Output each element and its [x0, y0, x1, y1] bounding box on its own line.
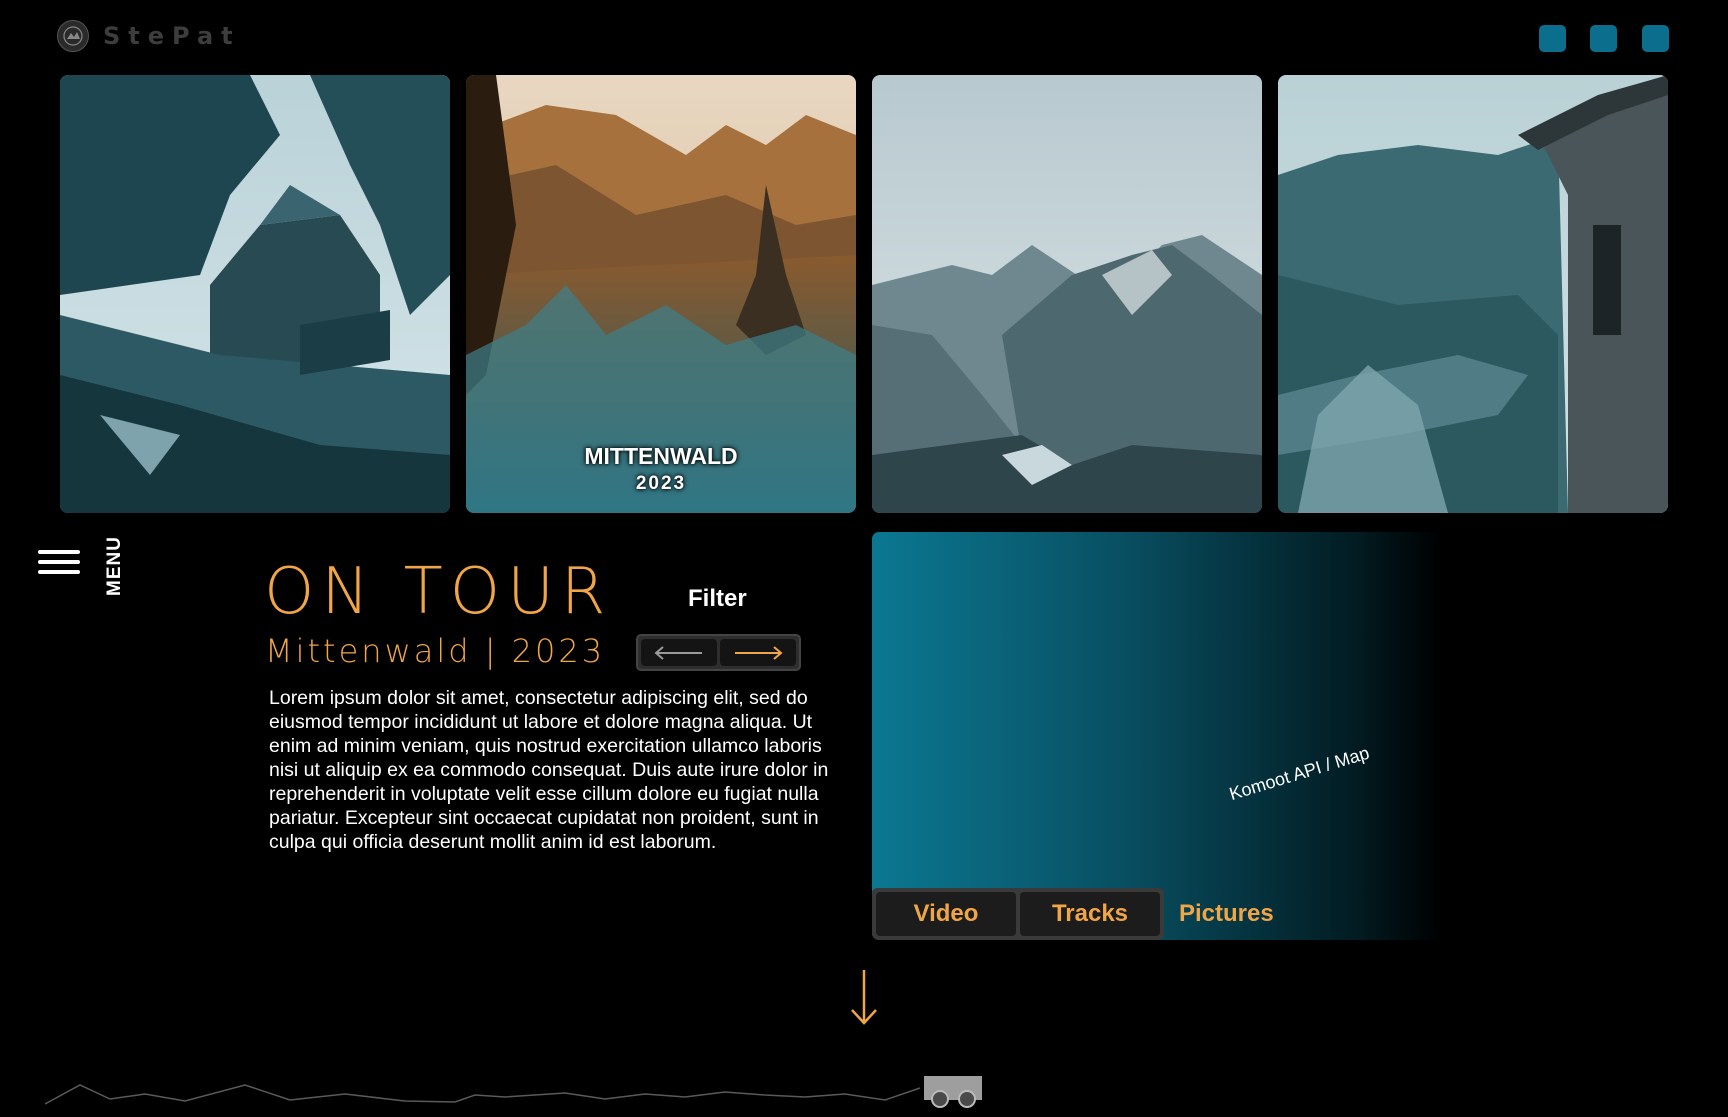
social-icon-3[interactable]	[1642, 25, 1669, 52]
filter-label: Filter	[688, 585, 747, 612]
social-icon-2[interactable]	[1590, 25, 1617, 52]
tab-video[interactable]: Video	[876, 892, 1016, 936]
filter-prev-button[interactable]	[641, 639, 717, 666]
arrow-left-icon	[654, 645, 702, 660]
arrow-right-icon	[735, 645, 783, 660]
photo-caption-year: 2023	[635, 473, 687, 494]
tab-tracks[interactable]: Tracks	[1020, 892, 1160, 936]
logo-emblem-icon	[57, 20, 89, 52]
media-tabs: Video Tracks	[872, 888, 1164, 940]
tour-description: Lorem ipsum dolor sit amet, consectetur …	[269, 687, 829, 853]
mountain-hut-photo[interactable]	[60, 75, 450, 513]
logo-text: StePat	[103, 22, 241, 50]
page-title: ON TOUR	[264, 555, 613, 629]
photo-caption-title: MITTENWALD	[584, 443, 738, 469]
map-panel[interactable]: Komoot API / Map Video Tracks Pictures	[872, 532, 1443, 940]
elevation-profile	[45, 1084, 921, 1105]
mittenwald-photo[interactable]: MITTENWALD 2023	[466, 75, 856, 513]
menu-button[interactable]: MENU	[38, 528, 125, 598]
vehicle-icon	[924, 1076, 982, 1108]
site-logo[interactable]: StePat	[57, 20, 241, 52]
filter-next-button[interactable]	[720, 639, 796, 666]
castle-river-photo[interactable]	[1278, 75, 1668, 513]
map-placeholder-label: Komoot API / Map	[1227, 742, 1372, 805]
alpine-valley-photo[interactable]	[872, 75, 1262, 513]
scroll-down-arrow-icon[interactable]	[849, 968, 879, 1026]
menu-label: MENU	[104, 536, 125, 596]
social-icon-1[interactable]	[1539, 25, 1566, 52]
filter-control	[636, 634, 801, 671]
tab-pictures[interactable]: Pictures	[1179, 888, 1274, 940]
tour-subtitle: Mittenwald | 2023	[265, 632, 606, 670]
